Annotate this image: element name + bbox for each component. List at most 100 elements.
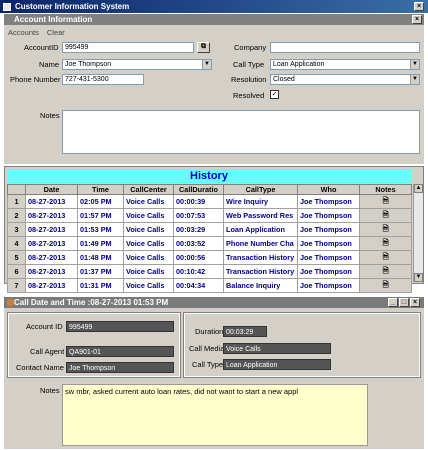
- notes-button[interactable]: 🗎: [359, 278, 412, 293]
- cell-duration[interactable]: 00:03:52: [173, 236, 224, 251]
- history-row[interactable]: 2 08-27-2013 01:57 PM Voice Calls 00:07:53 We…: [7, 208, 412, 223]
- row-number[interactable]: 1: [7, 194, 26, 209]
- cell-date[interactable]: 08-27-2013: [25, 222, 78, 237]
- call-detail-title: Call Date and Time :08-27-2013 01:53 PM: [14, 298, 169, 307]
- name-dropdown[interactable]: Joe Thompson ▼: [62, 59, 212, 70]
- row-number[interactable]: 5: [7, 250, 26, 265]
- menu-clear[interactable]: Clear: [47, 28, 65, 37]
- maximize-button[interactable]: □: [399, 298, 409, 307]
- row-number[interactable]: 3: [7, 222, 26, 237]
- minimize-button[interactable]: _: [388, 298, 398, 307]
- cell-who[interactable]: Joe Thompson: [297, 222, 360, 237]
- cell-duration[interactable]: 00:03:29: [173, 222, 224, 237]
- col-time[interactable]: Time: [77, 184, 124, 195]
- history-row[interactable]: 6 08-27-2013 01:37 PM Voice Calls 00:10:42 Tr…: [7, 264, 412, 279]
- chevron-down-icon: ▼: [202, 60, 211, 69]
- col-date[interactable]: Date: [25, 184, 78, 195]
- notes-button[interactable]: 🗎: [359, 194, 412, 209]
- scroll-down-icon[interactable]: ▼: [414, 273, 423, 282]
- close-button[interactable]: ×: [410, 298, 420, 307]
- account-close-button[interactable]: ×: [412, 15, 422, 24]
- phone-field[interactable]: 727-431-5300: [62, 74, 144, 85]
- row-number[interactable]: 7: [7, 278, 26, 293]
- history-row[interactable]: 5 08-27-2013 01:48 PM Voice Calls 00:00:56 Tr…: [7, 250, 412, 265]
- col-who[interactable]: Who: [297, 184, 360, 195]
- cell-callcenter[interactable]: Voice Calls: [123, 236, 174, 251]
- cell-who[interactable]: Joe Thompson: [297, 264, 360, 279]
- cell-calltype[interactable]: Transaction History: [223, 264, 298, 279]
- cell-who[interactable]: Joe Thompson: [297, 250, 360, 265]
- cell-calltype[interactable]: Loan Application: [223, 222, 298, 237]
- row-number[interactable]: 2: [7, 208, 26, 223]
- cell-who[interactable]: Joe Thompson: [297, 278, 360, 293]
- cell-duration[interactable]: 00:00:56: [173, 250, 224, 265]
- notes-button[interactable]: 🗎: [359, 236, 412, 251]
- cell-date[interactable]: 08-27-2013: [25, 236, 78, 251]
- resolution-dropdown[interactable]: Closed ▼: [270, 74, 420, 85]
- call-media-label: Call Media: [189, 344, 225, 353]
- cell-who[interactable]: Joe Thompson: [297, 194, 360, 209]
- cell-callcenter[interactable]: Voice Calls: [123, 208, 174, 223]
- row-number[interactable]: 6: [7, 264, 26, 279]
- account-notes-field[interactable]: [62, 110, 420, 154]
- cell-calltype[interactable]: Web Password Res: [223, 208, 298, 223]
- chevron-down-icon: ▼: [410, 75, 419, 84]
- cell-time[interactable]: 01:53 PM: [77, 222, 124, 237]
- col-notes[interactable]: Notes: [359, 184, 412, 195]
- col-calltype[interactable]: CallType: [223, 184, 298, 195]
- history-row[interactable]: 3 08-27-2013 01:53 PM Voice Calls 00:03:29 Lo…: [7, 222, 412, 237]
- cell-time[interactable]: 02:05 PM: [77, 194, 124, 209]
- cell-time[interactable]: 01:31 PM: [77, 278, 124, 293]
- cell-date[interactable]: 08-27-2013: [25, 278, 78, 293]
- cell-duration[interactable]: 00:00:39: [173, 194, 224, 209]
- history-row[interactable]: 1 08-27-2013 02:05 PM Voice Calls 00:00:39 Wi…: [7, 194, 412, 209]
- app-icon: [3, 2, 11, 11]
- notes-button[interactable]: 🗎: [359, 208, 412, 223]
- cell-date[interactable]: 08-27-2013: [25, 264, 78, 279]
- cell-time[interactable]: 01:48 PM: [77, 250, 124, 265]
- notes-button[interactable]: 🗎: [359, 250, 412, 265]
- detail-notes-field[interactable]: sw mbr, asked current auto loan rates, d…: [62, 384, 368, 446]
- cell-time[interactable]: 01:37 PM: [77, 264, 124, 279]
- cell-calltype[interactable]: Phone Number Cha: [223, 236, 298, 251]
- cell-date[interactable]: 08-27-2013: [25, 250, 78, 265]
- scroll-up-icon[interactable]: ▲: [414, 184, 423, 193]
- cell-calltype[interactable]: Balance Inquiry: [223, 278, 298, 293]
- cell-who[interactable]: Joe Thompson: [297, 208, 360, 223]
- cell-callcenter[interactable]: Voice Calls: [123, 194, 174, 209]
- cell-duration[interactable]: 00:07:53: [173, 208, 224, 223]
- window-icon: [7, 16, 14, 23]
- corner-cell: [7, 184, 26, 195]
- company-field[interactable]: [270, 42, 420, 53]
- cell-callcenter[interactable]: Voice Calls: [123, 278, 174, 293]
- notes-button[interactable]: 🗎: [359, 222, 412, 237]
- copy-button[interactable]: ⧉: [197, 42, 210, 53]
- history-panel: History Date Time CallCenter CallDuratio…: [4, 166, 424, 293]
- col-callduration[interactable]: CallDuratio: [173, 184, 224, 195]
- notes-button[interactable]: 🗎: [359, 264, 412, 279]
- cell-date[interactable]: 08-27-2013: [25, 194, 78, 209]
- cell-time[interactable]: 01:57 PM: [77, 208, 124, 223]
- cell-who[interactable]: Joe Thompson: [297, 236, 360, 251]
- cell-calltype[interactable]: Transaction History: [223, 250, 298, 265]
- cell-duration[interactable]: 00:10:42: [173, 264, 224, 279]
- notes-page-icon: 🗎: [382, 224, 389, 233]
- cell-duration[interactable]: 00:04:34: [173, 278, 224, 293]
- cell-date[interactable]: 08-27-2013: [25, 208, 78, 223]
- history-row[interactable]: 7 08-27-2013 01:31 PM Voice Calls 00:04:34 Ba…: [7, 278, 412, 293]
- cell-time[interactable]: 01:49 PM: [77, 236, 124, 251]
- cell-callcenter[interactable]: Voice Calls: [123, 264, 174, 279]
- account-id-field[interactable]: 995499: [62, 42, 194, 53]
- menu-accounts[interactable]: Accounts: [8, 28, 39, 37]
- cell-calltype[interactable]: Wire Inquiry: [223, 194, 298, 209]
- col-callcenter[interactable]: CallCenter: [123, 184, 174, 195]
- cell-callcenter[interactable]: Voice Calls: [123, 222, 174, 237]
- app-close-button[interactable]: ×: [414, 2, 424, 11]
- history-scrollbar[interactable]: ▲ ▼: [413, 184, 423, 282]
- resolved-checkbox[interactable]: ✓: [270, 90, 279, 99]
- history-row[interactable]: 4 08-27-2013 01:49 PM Voice Calls 00:03:52 Ph…: [7, 236, 412, 251]
- account-window-titlebar: Account Information: [4, 14, 424, 25]
- call-type-dropdown[interactable]: Loan Application ▼: [270, 59, 420, 70]
- cell-callcenter[interactable]: Voice Calls: [123, 250, 174, 265]
- row-number[interactable]: 4: [7, 236, 26, 251]
